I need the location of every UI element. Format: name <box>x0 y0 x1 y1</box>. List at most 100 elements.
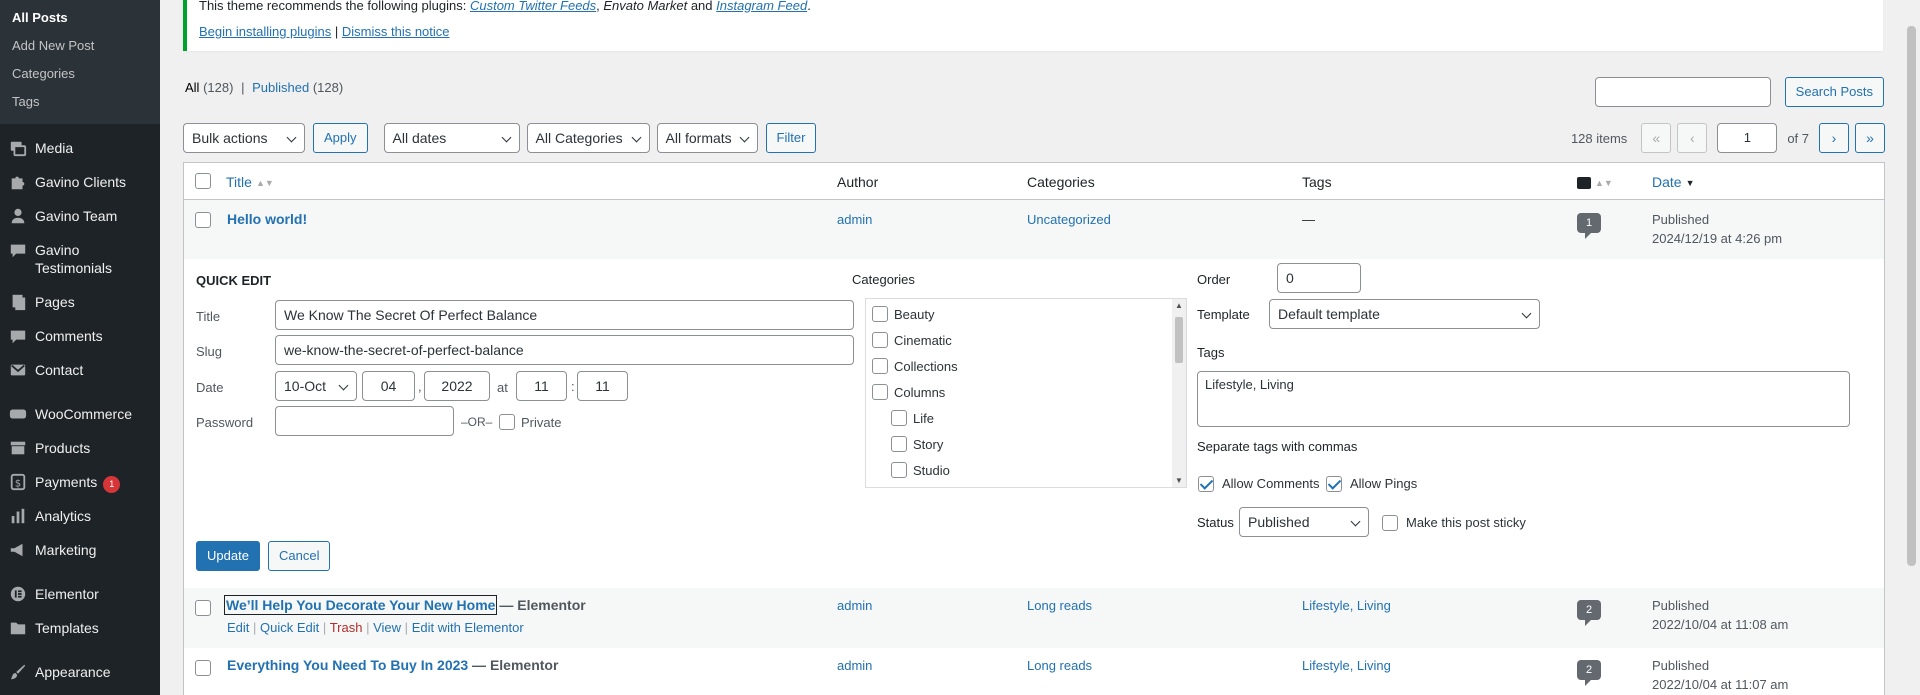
bulk-actions-select[interactable]: Bulk actions <box>183 123 305 153</box>
hour-input[interactable]: 11 <box>516 371 567 401</box>
category-checkbox[interactable] <box>872 358 888 374</box>
plugin-link-instagram[interactable]: Instagram Feed <box>716 0 807 13</box>
allow-comments-checkbox[interactable] <box>1198 476 1214 492</box>
search-input[interactable] <box>1594 77 1771 107</box>
column-title-link[interactable]: Title <box>226 174 252 190</box>
sidebar-item-templates[interactable]: Templates <box>0 610 160 644</box>
formats-filter-select[interactable]: All formats <box>656 123 758 153</box>
category-item[interactable]: Studio <box>891 462 950 478</box>
filter-all[interactable]: All (128) <box>185 80 233 95</box>
dismiss-notice-link[interactable]: Dismiss this notice <box>342 24 450 39</box>
column-date-link[interactable]: Date <box>1652 174 1682 190</box>
title-input[interactable]: We Know The Secret Of Perfect Balance <box>275 300 854 330</box>
sidebar-item-woocommerce[interactable]: WooCommerce <box>0 396 160 430</box>
sidebar-item-media[interactable]: Media <box>0 130 160 164</box>
category-item[interactable]: Cinematic <box>872 332 952 348</box>
post-title-link[interactable]: We’ll Help You Decorate Your New Home <box>223 595 498 615</box>
sidebar-item-elementor[interactable]: Elementor <box>0 576 160 610</box>
sidebar-item-payments[interactable]: $ Payments 1 <box>0 464 160 498</box>
current-page-input[interactable]: 1 <box>1717 123 1778 153</box>
trash-link[interactable]: Trash <box>330 620 363 635</box>
sidebar-item-gavino-clients[interactable]: Gavino Clients <box>0 164 160 198</box>
column-comments[interactable]: ▲▼ <box>1577 173 1613 192</box>
dates-filter-select[interactable]: All dates <box>383 123 520 153</box>
update-button[interactable]: Update <box>196 541 260 571</box>
category-item[interactable]: Collections <box>872 358 958 374</box>
sidebar-item-pages[interactable]: Pages <box>0 284 160 318</box>
allow-pings-checkbox[interactable] <box>1326 476 1342 492</box>
slug-input[interactable]: we-know-the-secret-of-perfect-balance <box>275 335 854 365</box>
month-select[interactable]: 10-Oct <box>275 371 357 401</box>
year-input[interactable]: 2022 <box>424 371 490 401</box>
category-link[interactable]: Long reads <box>1027 656 1092 675</box>
sticky-checkbox[interactable] <box>1382 515 1398 531</box>
sidebar-item-gavino-testimonials[interactable]: Gavino Testimonials <box>0 232 160 284</box>
cancel-button[interactable]: Cancel <box>268 541 331 571</box>
last-page-button[interactable]: » <box>1855 123 1885 153</box>
category-item[interactable]: Story <box>891 436 943 452</box>
category-scrollbar[interactable]: ▲ ▼ <box>1172 299 1186 487</box>
submenu-categories[interactable]: Categories <box>0 60 160 88</box>
sidebar-item-marketing[interactable]: Marketing <box>0 532 160 566</box>
search-posts-button[interactable]: Search Posts <box>1784 77 1884 107</box>
filter-button[interactable]: Filter <box>765 123 817 153</box>
category-checkbox[interactable] <box>872 306 888 322</box>
author-link[interactable]: admin <box>837 656 872 675</box>
next-page-button[interactable]: › <box>1819 123 1849 153</box>
category-item[interactable]: Columns <box>872 384 945 400</box>
edit-with-elementor-link[interactable]: Edit with Elementor <box>412 620 524 635</box>
category-link[interactable]: Long reads <box>1027 596 1092 615</box>
category-checkbox[interactable] <box>891 410 907 426</box>
tags-textarea[interactable]: Lifestyle, Living <box>1197 371 1850 427</box>
post-title-link[interactable]: Everything You Need To Buy In 2023 <box>227 657 468 673</box>
author-link[interactable]: admin <box>837 210 872 229</box>
comment-count-bubble[interactable]: 2 <box>1577 660 1601 686</box>
page-scrollbar[interactable] <box>1903 0 1920 695</box>
category-checkbox[interactable] <box>872 332 888 348</box>
category-checkbox[interactable] <box>891 462 907 478</box>
sidebar-item-contact[interactable]: Contact <box>0 352 160 386</box>
category-link[interactable]: Uncategorized <box>1027 210 1111 229</box>
scroll-up-icon[interactable]: ▲ <box>1175 301 1183 310</box>
template-select[interactable]: Default template <box>1269 299 1540 329</box>
sidebar-item-products[interactable]: Products <box>0 430 160 464</box>
column-date[interactable]: Date ▼ <box>1652 173 1695 192</box>
private-checkbox[interactable] <box>499 414 515 430</box>
category-item[interactable]: Beauty <box>872 306 934 322</box>
post-title-link[interactable]: Hello world! <box>227 210 307 229</box>
category-item[interactable]: Life <box>891 410 934 426</box>
plugin-link-twitter[interactable]: Custom Twitter Feeds <box>470 0 596 13</box>
sidebar-item-analytics[interactable]: Analytics <box>0 498 160 532</box>
category-checkbox[interactable] <box>872 384 888 400</box>
password-input[interactable] <box>275 406 454 436</box>
row-checkbox[interactable] <box>195 212 211 228</box>
sidebar-item-comments[interactable]: Comments <box>0 318 160 352</box>
quick-edit-link[interactable]: Quick Edit <box>260 620 319 635</box>
categories-filter-select[interactable]: All Categories <box>526 123 650 153</box>
filter-published[interactable]: Published (128) <box>252 80 343 95</box>
status-select[interactable]: Published <box>1239 507 1369 537</box>
submenu-tags[interactable]: Tags <box>0 88 160 116</box>
apply-button[interactable]: Apply <box>313 123 368 153</box>
column-title[interactable]: Title ▲▼ <box>226 173 274 192</box>
author-link[interactable]: admin <box>837 596 872 615</box>
edit-link[interactable]: Edit <box>227 620 249 635</box>
select-all-checkbox[interactable] <box>195 173 211 189</box>
view-link[interactable]: View <box>373 620 401 635</box>
category-scroll-thumb[interactable] <box>1175 317 1183 363</box>
minute-input[interactable]: 11 <box>577 371 628 401</box>
scroll-down-icon[interactable]: ▼ <box>1175 476 1183 485</box>
order-input[interactable]: 0 <box>1277 263 1361 293</box>
begin-installing-link[interactable]: Begin installing plugins <box>199 24 331 39</box>
sidebar-item-gavino-team[interactable]: Gavino Team <box>0 198 160 232</box>
day-input[interactable]: 04 <box>362 371 415 401</box>
comment-count-bubble[interactable]: 2 <box>1577 600 1601 626</box>
row-checkbox[interactable] <box>195 600 211 616</box>
tags-link[interactable]: Lifestyle, Living <box>1302 656 1391 675</box>
tags-link[interactable]: Lifestyle, Living <box>1302 596 1391 615</box>
page-scroll-thumb[interactable] <box>1907 26 1916 566</box>
category-checkbox[interactable] <box>891 436 907 452</box>
row-checkbox[interactable] <box>195 660 211 676</box>
submenu-add-new-post[interactable]: Add New Post <box>0 32 160 60</box>
submenu-all-posts[interactable]: All Posts <box>0 4 160 32</box>
